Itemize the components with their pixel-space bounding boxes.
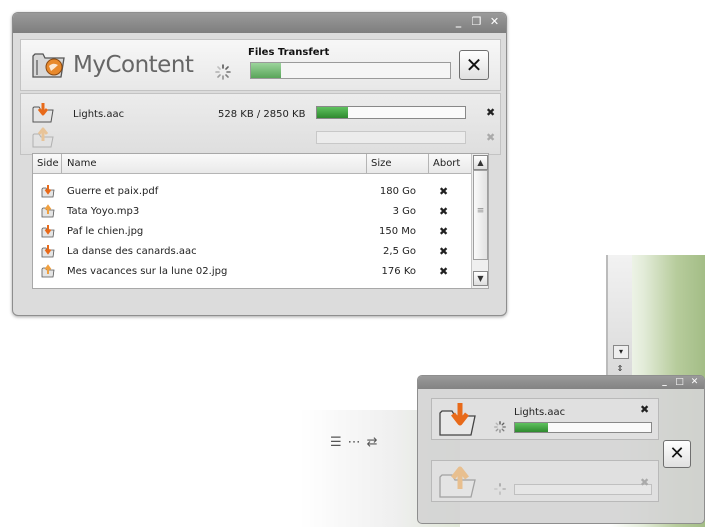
upload-icon [41,264,55,278]
mini-progress-bar [514,422,652,433]
download-icon [41,185,55,198]
row-file-name: La danse des canards.aac [67,246,197,257]
scroll-thumb[interactable]: ≡ [473,170,488,260]
upload-folder-icon [439,466,476,498]
table-header: Side Name Size Abort [33,154,488,174]
mini-close-button[interactable]: ✕ [663,440,691,468]
column-abort[interactable]: Abort [433,158,460,169]
active-progress-bar [316,106,466,119]
download-icon [41,245,55,258]
mini-window: _ □ ✕ Lights.aac ✖ ✖ ✕ [417,375,705,524]
chevron-down-icon: ▾ [613,345,629,359]
mini-file-name: Lights.aac [514,407,566,418]
transfer-queue-table: Side Name Size Abort Guerre et paix.pdf 1… [32,153,489,289]
mini-maximize-button[interactable]: □ [675,377,684,387]
row-file-size: 180 Go [379,186,416,197]
upload-icon [41,204,55,218]
row-file-name: Paf le chien.jpg [67,226,144,237]
minimize-button[interactable]: _ [453,16,464,27]
grid-icon: ⋯ [347,434,361,450]
spinner-icon [215,64,231,80]
column-name[interactable]: Name [67,158,97,169]
active-progress-fill [317,107,349,118]
mini-abort-download-button[interactable]: ✖ [640,403,649,416]
row-abort-button[interactable]: ✖ [439,205,448,218]
maximize-button[interactable]: ❐ [471,16,482,27]
upload-folder-icon [32,127,54,148]
mini-minimize-button[interactable]: _ [660,377,669,387]
download-folder-icon [32,103,54,123]
mini-progress-fill [515,423,548,432]
mini-title-bar[interactable]: _ □ ✕ [418,376,704,389]
transfer-icon: ⇄ [366,434,378,450]
title-bar[interactable]: _ ❐ ✕ [13,13,506,33]
row-abort-button[interactable]: ✖ [439,265,448,278]
column-side[interactable]: Side [37,158,59,169]
row-file-name: Tata Yoyo.mp3 [67,206,140,217]
table-row[interactable]: Tata Yoyo.mp3 3 Go ✖ [33,202,470,222]
list-icon: ☰ [330,434,342,450]
row-file-size: 2,5 Go [383,246,416,257]
folder-logo-icon [32,53,65,78]
scrollbar[interactable]: ▲ ≡ ▼ [471,154,488,288]
row-abort-button[interactable]: ✖ [439,245,448,258]
table-row[interactable]: La danse des canards.aac 2,5 Go ✖ [33,242,470,262]
mini-close-window-button[interactable]: ✕ [690,377,699,387]
overall-progress-bar [250,62,451,79]
header-panel: MyContent Files Transfert ✕ [20,39,501,91]
mini-abort-upload-button[interactable]: ✖ [640,476,649,489]
mini-upload-progress-bar [514,484,652,495]
close-button[interactable]: ✕ [459,50,489,80]
row-file-name: Guerre et paix.pdf [67,186,159,197]
active-transfers-panel: Lights.aac 528 KB / 2850 KB ✖ ✖ [20,93,501,155]
active-file-size: 528 KB / 2850 KB [218,109,306,120]
abort-upload-button[interactable]: ✖ [486,131,495,144]
scroll-up-button[interactable]: ▲ [473,155,488,170]
close-window-button[interactable]: ✕ [489,16,500,27]
row-file-size: 176 Ko [381,266,416,277]
spinner-icon [494,483,506,495]
upload-progress-bar [316,131,466,144]
spinner-icon [494,421,506,433]
table-body: Guerre et paix.pdf 180 Go ✖ Tata Yoyo.mp3 3 … [33,182,470,282]
column-size[interactable]: Size [371,158,392,169]
files-transfer-label: Files Transfert [248,47,330,58]
active-file-name: Lights.aac [73,109,125,120]
table-row[interactable]: Paf le chien.jpg 150 Mo ✖ [33,222,470,242]
main-window: _ ❐ ✕ MyContent Files Transfert ✕ Lights… [12,12,507,316]
download-folder-icon [439,403,476,436]
pin-icon: ⇕ [616,364,624,373]
row-file-size: 150 Mo [378,226,416,237]
table-row[interactable]: Mes vacances sur la lune 02.jpg 176 Ko ✖ [33,262,470,282]
row-file-name: Mes vacances sur la lune 02.jpg [67,266,228,277]
mini-upload-panel: ✖ [431,460,659,502]
mini-download-panel: Lights.aac ✖ [431,398,659,440]
abort-active-button[interactable]: ✖ [486,106,495,119]
background-scrollbar-strip: ▾ ⇕ [606,255,632,385]
row-file-size: 3 Go [392,206,416,217]
scroll-down-button[interactable]: ▼ [473,271,488,286]
overall-progress-fill [251,63,281,78]
download-icon [41,225,55,238]
row-abort-button[interactable]: ✖ [439,185,448,198]
table-row[interactable]: Guerre et paix.pdf 180 Go ✖ [33,182,470,202]
background-toolbar: ☰ ⋯ ⇄ [330,432,420,452]
row-abort-button[interactable]: ✖ [439,225,448,238]
app-logo-text: MyContent [73,52,194,78]
